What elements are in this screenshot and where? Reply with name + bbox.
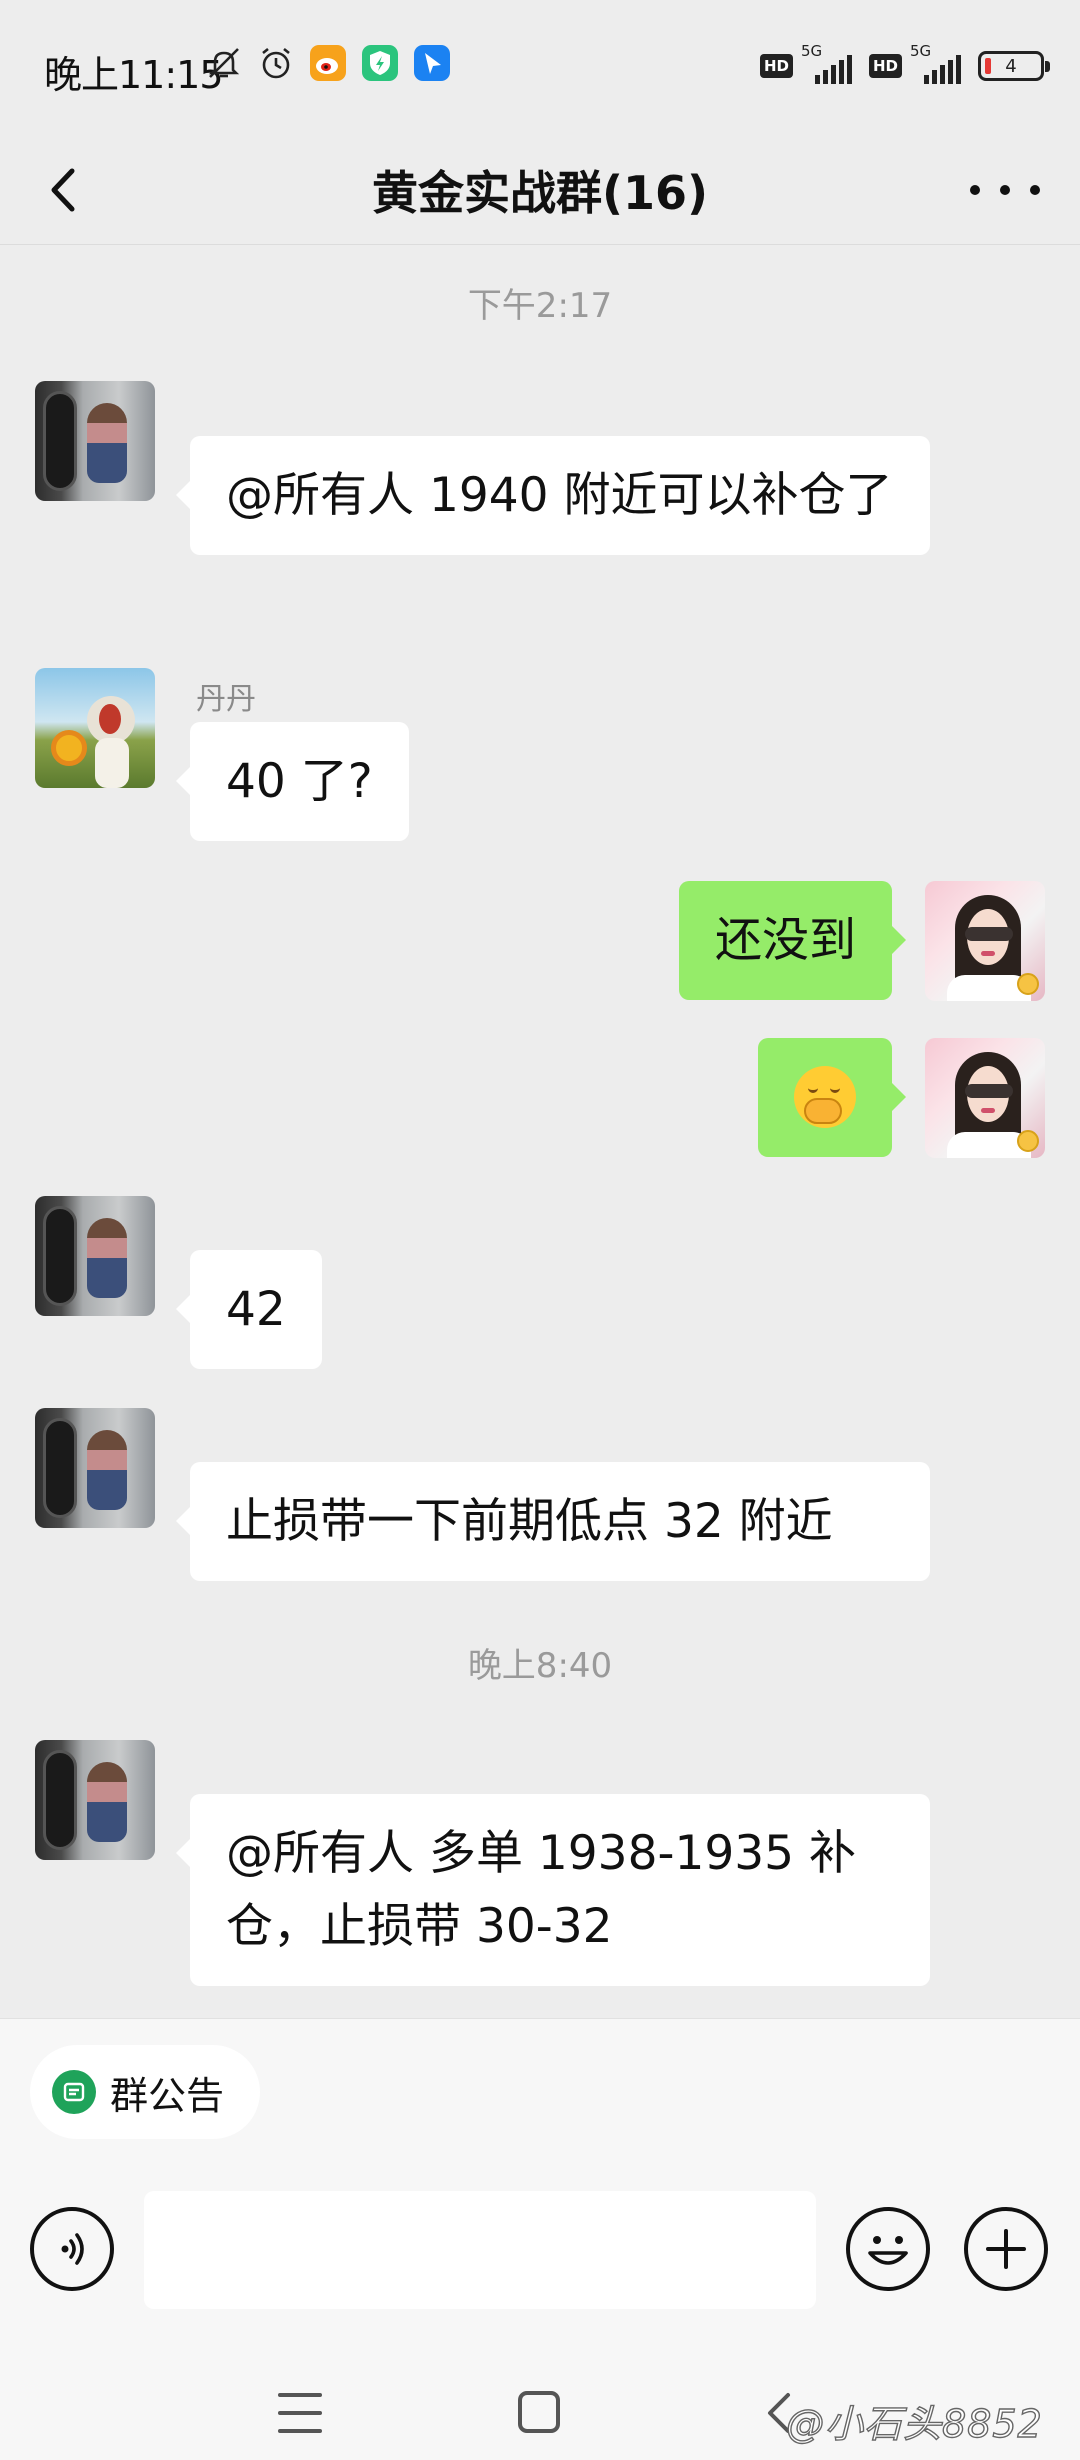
smiley-icon — [868, 2236, 908, 2265]
message-bubble[interactable]: 还没到 — [679, 881, 906, 1000]
message-bubble[interactable]: 42 — [176, 1250, 322, 1369]
security-app-icon — [361, 44, 399, 82]
chat-header: 黄金实战群(16) — [0, 135, 1080, 245]
voice-button[interactable] — [30, 2207, 114, 2291]
plus-icon — [986, 2229, 1026, 2269]
sender-name: 丹丹 — [196, 682, 256, 717]
message-list[interactable]: 下午2:17 @所有人 1940 附近可以补仓了 丹丹 40 了? 还没到 42… — [0, 246, 1080, 2018]
status-bar: 晚上11:15 HD 5G HD 5G 4 — [0, 0, 1080, 135]
my-avatar[interactable] — [925, 1038, 1045, 1158]
battery-level: 4 — [1005, 55, 1017, 77]
message-bubble[interactable]: @所有人 1940 附近可以补仓了 — [176, 436, 930, 555]
status-time: 晚上11:15 — [44, 53, 224, 97]
mute-icon — [205, 44, 243, 82]
signal-icon: 5G — [910, 42, 970, 84]
battery-icon: 4 — [978, 51, 1050, 81]
message-bubble[interactable]: 止损带一下前期低点 32 附近 — [176, 1462, 930, 1581]
status-system-icons: HD 5G HD 5G 4 — [759, 42, 1050, 84]
message-input[interactable] — [144, 2191, 816, 2309]
my-avatar[interactable] — [925, 881, 1045, 1001]
more-dots-icon — [970, 185, 980, 195]
avatar[interactable] — [35, 1740, 155, 1860]
weibo-icon — [309, 44, 347, 82]
home-square-icon[interactable] — [518, 2391, 560, 2433]
group-notice-button[interactable]: 群公告 — [30, 2045, 261, 2139]
avatar[interactable] — [35, 381, 155, 501]
alarm-icon — [257, 44, 295, 82]
emoji-message-bubble[interactable] — [758, 1038, 906, 1157]
more-button[interactable] — [970, 165, 1040, 215]
watermark: @小石头8852 — [785, 2401, 1043, 2446]
status-notification-icons — [205, 44, 451, 82]
input-row — [0, 2187, 1080, 2311]
timestamp: 下午2:17 — [467, 286, 613, 326]
group-notice-label: 群公告 — [110, 2073, 225, 2118]
emoji-button[interactable] — [846, 2207, 930, 2291]
hd-icon: HD — [759, 54, 793, 78]
shy-face-emoji — [794, 1066, 856, 1128]
avatar[interactable] — [35, 668, 155, 788]
system-nav-bar: @小石头8852 — [0, 2349, 1080, 2460]
feishu-icon — [413, 44, 451, 82]
timestamp: 晚上8:40 — [467, 1646, 613, 1686]
input-panel: 群公告 @小石头8852 — [0, 2018, 1080, 2460]
signal-icon: 5G — [801, 42, 861, 84]
chat-title: 黄金实战群(16) — [371, 166, 709, 220]
avatar[interactable] — [35, 1196, 155, 1316]
message-bubble[interactable]: 40 了? — [176, 722, 409, 841]
message-bubble[interactable]: @所有人 多单 1938-1935 补仓，止损带 30-32 — [176, 1794, 930, 1986]
notice-icon — [52, 2070, 96, 2114]
hd-icon: HD — [868, 54, 902, 78]
avatar[interactable] — [35, 1408, 155, 1528]
voice-icon — [61, 2233, 84, 2265]
menu-icon[interactable] — [278, 2393, 322, 2433]
more-actions-button[interactable] — [964, 2207, 1048, 2291]
